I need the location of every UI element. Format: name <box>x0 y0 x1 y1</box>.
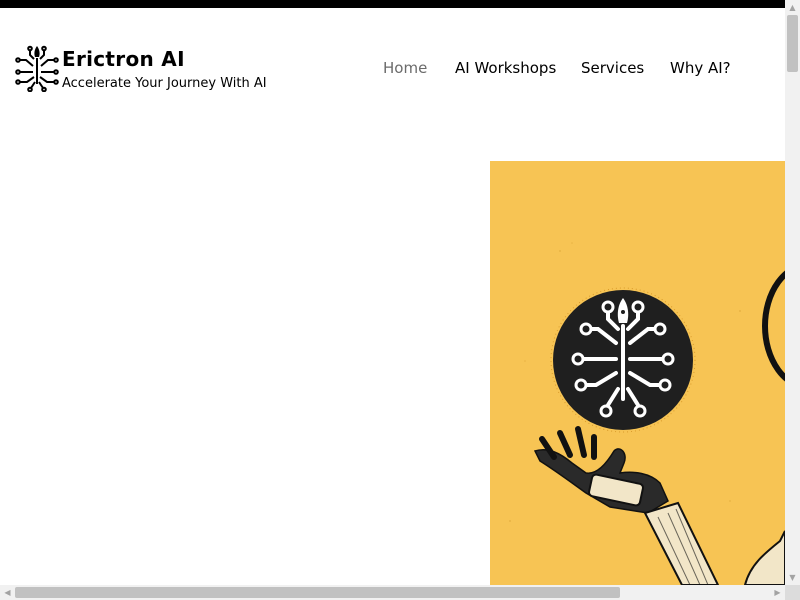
horizontal-scrollbar[interactable]: ◀ ▶ <box>0 585 785 600</box>
scroll-up-arrow-icon[interactable]: ▲ <box>785 0 800 15</box>
hero-illustration <box>490 161 785 585</box>
scroll-right-arrow-icon[interactable]: ▶ <box>770 585 785 600</box>
nav-item-home[interactable]: Home <box>383 59 427 77</box>
vertical-scrollbar[interactable]: ▲ ▼ <box>785 0 800 585</box>
nav-item-ai-workshops[interactable]: AI Workshops <box>455 59 556 77</box>
vertical-scroll-thumb[interactable] <box>787 15 798 72</box>
horizontal-scroll-thumb[interactable] <box>15 587 620 598</box>
scroll-down-arrow-icon[interactable]: ▼ <box>785 570 800 585</box>
browser-viewport: Erictron AI Accelerate Your Journey With… <box>0 0 800 600</box>
main-nav: Home AI Workshops Services Why AI? <box>0 59 785 81</box>
nav-item-services[interactable]: Services <box>581 59 644 77</box>
scroll-left-arrow-icon[interactable]: ◀ <box>0 585 15 600</box>
scrollbar-corner <box>785 585 800 600</box>
top-bar <box>0 0 785 8</box>
site-header: Erictron AI Accelerate Your Journey With… <box>0 8 785 128</box>
nav-item-why-ai[interactable]: Why AI? <box>670 59 731 77</box>
